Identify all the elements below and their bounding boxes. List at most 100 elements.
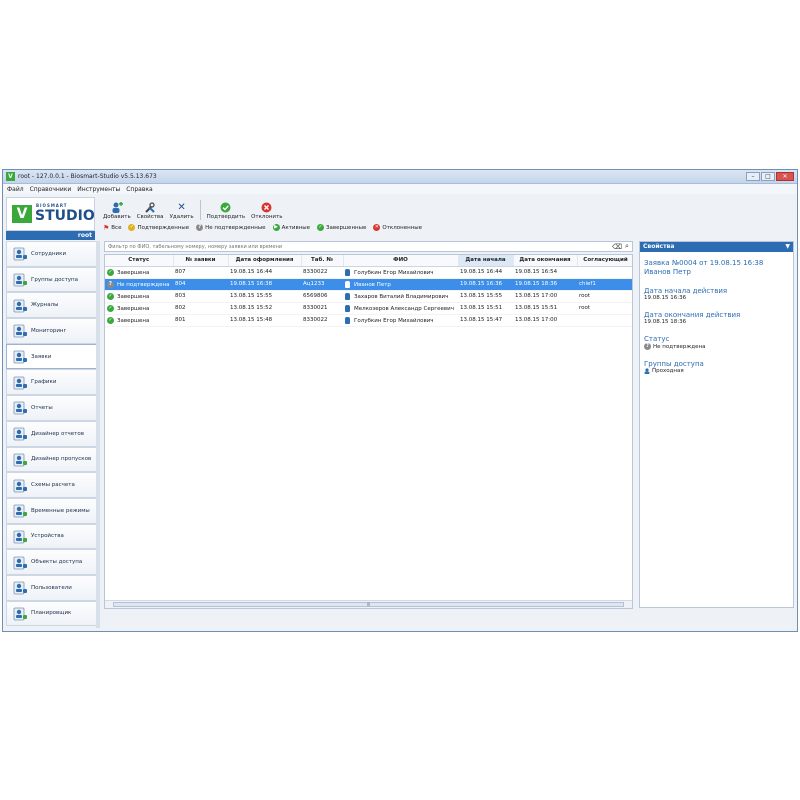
sidebar-item-reports[interactable]: Отчеты: [6, 395, 97, 421]
fio-text: Захаров Виталий Владимирович: [354, 293, 449, 300]
created-cell: 13.08.15 15:48: [228, 314, 301, 327]
sidebar-item-employees[interactable]: Сотрудники: [6, 241, 97, 267]
sidebar-scrollbar[interactable]: [96, 241, 100, 628]
table-row[interactable]: ✓ Завершена 801 13.08.15 15:48 8330022 Голубк…: [105, 314, 632, 327]
search-icon[interactable]: ⌕: [622, 242, 632, 251]
column-header[interactable]: Дата оформления: [228, 255, 302, 267]
logo-brand-big: STUDIO: [35, 208, 95, 224]
end-date-value: 19.08.15 18:36: [644, 319, 687, 325]
column-header[interactable]: № заявки: [173, 255, 229, 267]
table-row[interactable]: ✓ Завершена 803 13.08.15 15:55 6569806 Захаро…: [105, 290, 632, 303]
created-cell: 13.08.15 15:55: [228, 290, 301, 303]
sidebar-item-monitoring[interactable]: Мониторинг: [6, 318, 97, 344]
sidebar-item-pass-designer[interactable]: Дизайнер пропусков: [6, 446, 97, 473]
pending-status-icon: ?: [196, 224, 204, 231]
access-groups-icon: [13, 272, 28, 287]
status-cell: ✓ Завершена: [105, 266, 173, 279]
scroll-thumb[interactable]: III: [113, 602, 624, 607]
fio-text: Голубкин Егор Михайлович: [354, 317, 434, 324]
sidebar-item-schedules[interactable]: Графики: [6, 369, 97, 396]
menu-bar: Файл Справочники Инструменты Справка: [3, 184, 797, 194]
active-status-icon: ▶: [272, 224, 280, 231]
sidebar-item-users[interactable]: Пользователи: [6, 574, 97, 601]
scheduler-icon: [13, 606, 28, 621]
person-icon: [345, 268, 350, 276]
filter-completed[interactable]: ✓ Завершенные: [317, 224, 366, 231]
status-cell: ? Не подтверждена: [105, 278, 173, 291]
column-header[interactable]: Статус: [105, 255, 174, 267]
minimize-button[interactable]: –: [746, 172, 760, 181]
reject-button[interactable]: Отклонить: [251, 202, 282, 220]
completed-status-icon: ✓: [107, 292, 114, 300]
request-title: Заявка №0004 от 19.08.15 16:38 Иванов Пе…: [644, 259, 764, 276]
sidebar-item-devices[interactable]: Устройства: [6, 523, 97, 550]
requests-table: Статус № заявки Дата оформления Таб. № ФИО Да…: [104, 254, 633, 609]
title-bar: V root - 127.0.0.1 - Biosmart-Studio v5.…: [3, 170, 797, 184]
check-circle-icon: [220, 202, 232, 213]
status-text: Завершена: [117, 305, 150, 312]
filter-all-label: Все: [111, 224, 122, 231]
access-group-row: Проходная: [644, 368, 789, 374]
completed-status-icon: ✓: [107, 268, 114, 276]
collapse-icon[interactable]: ▼: [785, 242, 790, 252]
filter-all[interactable]: ⚑ Все: [103, 224, 121, 232]
sidebar-item-requests[interactable]: Заявки: [6, 343, 97, 370]
approve-button[interactable]: Подтвердить: [207, 202, 245, 220]
person-icon: [345, 316, 350, 324]
fio-cell: Мелкозеров Александр Сергеевич: [343, 302, 458, 315]
sidebar-item-label: Пользователи: [31, 584, 72, 591]
search-input[interactable]: [108, 243, 612, 250]
table-row[interactable]: ✓ Завершена 802 13.08.15 15:52 8330021 Мелкоз…: [105, 302, 632, 315]
window-title: root - 127.0.0.1 - Biosmart-Studio v5.5.…: [18, 173, 157, 180]
maximize-button[interactable]: □: [761, 172, 775, 181]
filter-active[interactable]: ▶ Активные: [272, 224, 311, 231]
delete-button[interactable]: ✕ Удалить: [170, 202, 194, 220]
sidebar-item-access-groups[interactable]: Группы доступа: [6, 266, 97, 293]
add-person-icon: [111, 202, 123, 213]
requests-icon: [13, 349, 28, 364]
completed-status-icon: ✓: [317, 224, 325, 231]
table-row[interactable]: ✓ Завершена 807 19.08.15 16:44 8330022 Голубк…: [105, 266, 632, 279]
sidebar-item-access-objects[interactable]: Объекты доступа: [6, 549, 97, 575]
menu-help[interactable]: Справка: [126, 186, 152, 193]
column-header[interactable]: Согласующий: [577, 255, 632, 267]
fio-cell: Голубкин Егор Михайлович: [343, 266, 458, 279]
tab-cell: 6569806: [301, 290, 343, 303]
menu-directories[interactable]: Справочники: [30, 186, 72, 193]
menu-tools[interactable]: Инструменты: [77, 186, 120, 193]
filter-approved-label: Подтвержденные: [137, 224, 190, 231]
completed-status-icon: ✓: [107, 304, 114, 312]
properties-header: Свойства ▼: [640, 242, 793, 252]
filter-not-approved[interactable]: ? Не подтвержденные: [196, 224, 266, 231]
sidebar-item-calc-schemes[interactable]: Схемы расчета: [6, 472, 97, 498]
add-button[interactable]: Добавить: [103, 202, 131, 220]
column-header[interactable]: Дата окончания: [513, 255, 578, 267]
clear-search-icon[interactable]: ⌫: [612, 243, 622, 251]
sidebar-item-journals[interactable]: Журналы: [6, 292, 97, 319]
created-cell: 19.08.15 16:38: [228, 278, 301, 291]
filter-active-label: Активные: [281, 224, 311, 231]
sidebar-item-label: Дизайнер пропусков: [31, 456, 92, 463]
sidebar-item-time-modes[interactable]: Временные режимы: [6, 497, 97, 524]
table-row[interactable]: ? Не подтверждена 804 19.08.15 16:38 Ац1233 И…: [105, 278, 632, 291]
properties-button[interactable]: Свойства: [137, 202, 164, 220]
sidebar-item-label: Схемы расчета: [31, 482, 75, 489]
column-header[interactable]: Дата начала: [458, 255, 514, 267]
column-header[interactable]: Таб. №: [301, 255, 344, 267]
close-button[interactable]: ✕: [776, 172, 794, 181]
horizontal-scrollbar[interactable]: III: [105, 600, 632, 608]
column-header[interactable]: ФИО: [343, 255, 459, 267]
sidebar-item-scheduler[interactable]: Планировщик: [6, 600, 97, 627]
filter-rejected[interactable]: ✕ Отклоненные: [373, 224, 422, 231]
tab-cell: 8330021: [301, 302, 343, 315]
approver-cell: [577, 314, 632, 327]
sidebar-item-report-designer[interactable]: Дизайнер отчетов: [6, 420, 97, 447]
end-cell: 19.08.15 18:36: [513, 278, 577, 291]
sidebar-nav: Сотрудники Группы доступа Журналы Мониторин…: [6, 241, 97, 628]
menu-file[interactable]: Файл: [7, 186, 24, 193]
sidebar-item-label: Планировщик: [31, 610, 72, 617]
filter-approved[interactable]: ✓ Подтвержденные: [128, 224, 189, 231]
reject-circle-icon: [261, 202, 273, 213]
access-group-icon: [644, 368, 650, 374]
app-window: V root - 127.0.0.1 - Biosmart-Studio v5.…: [2, 169, 798, 632]
